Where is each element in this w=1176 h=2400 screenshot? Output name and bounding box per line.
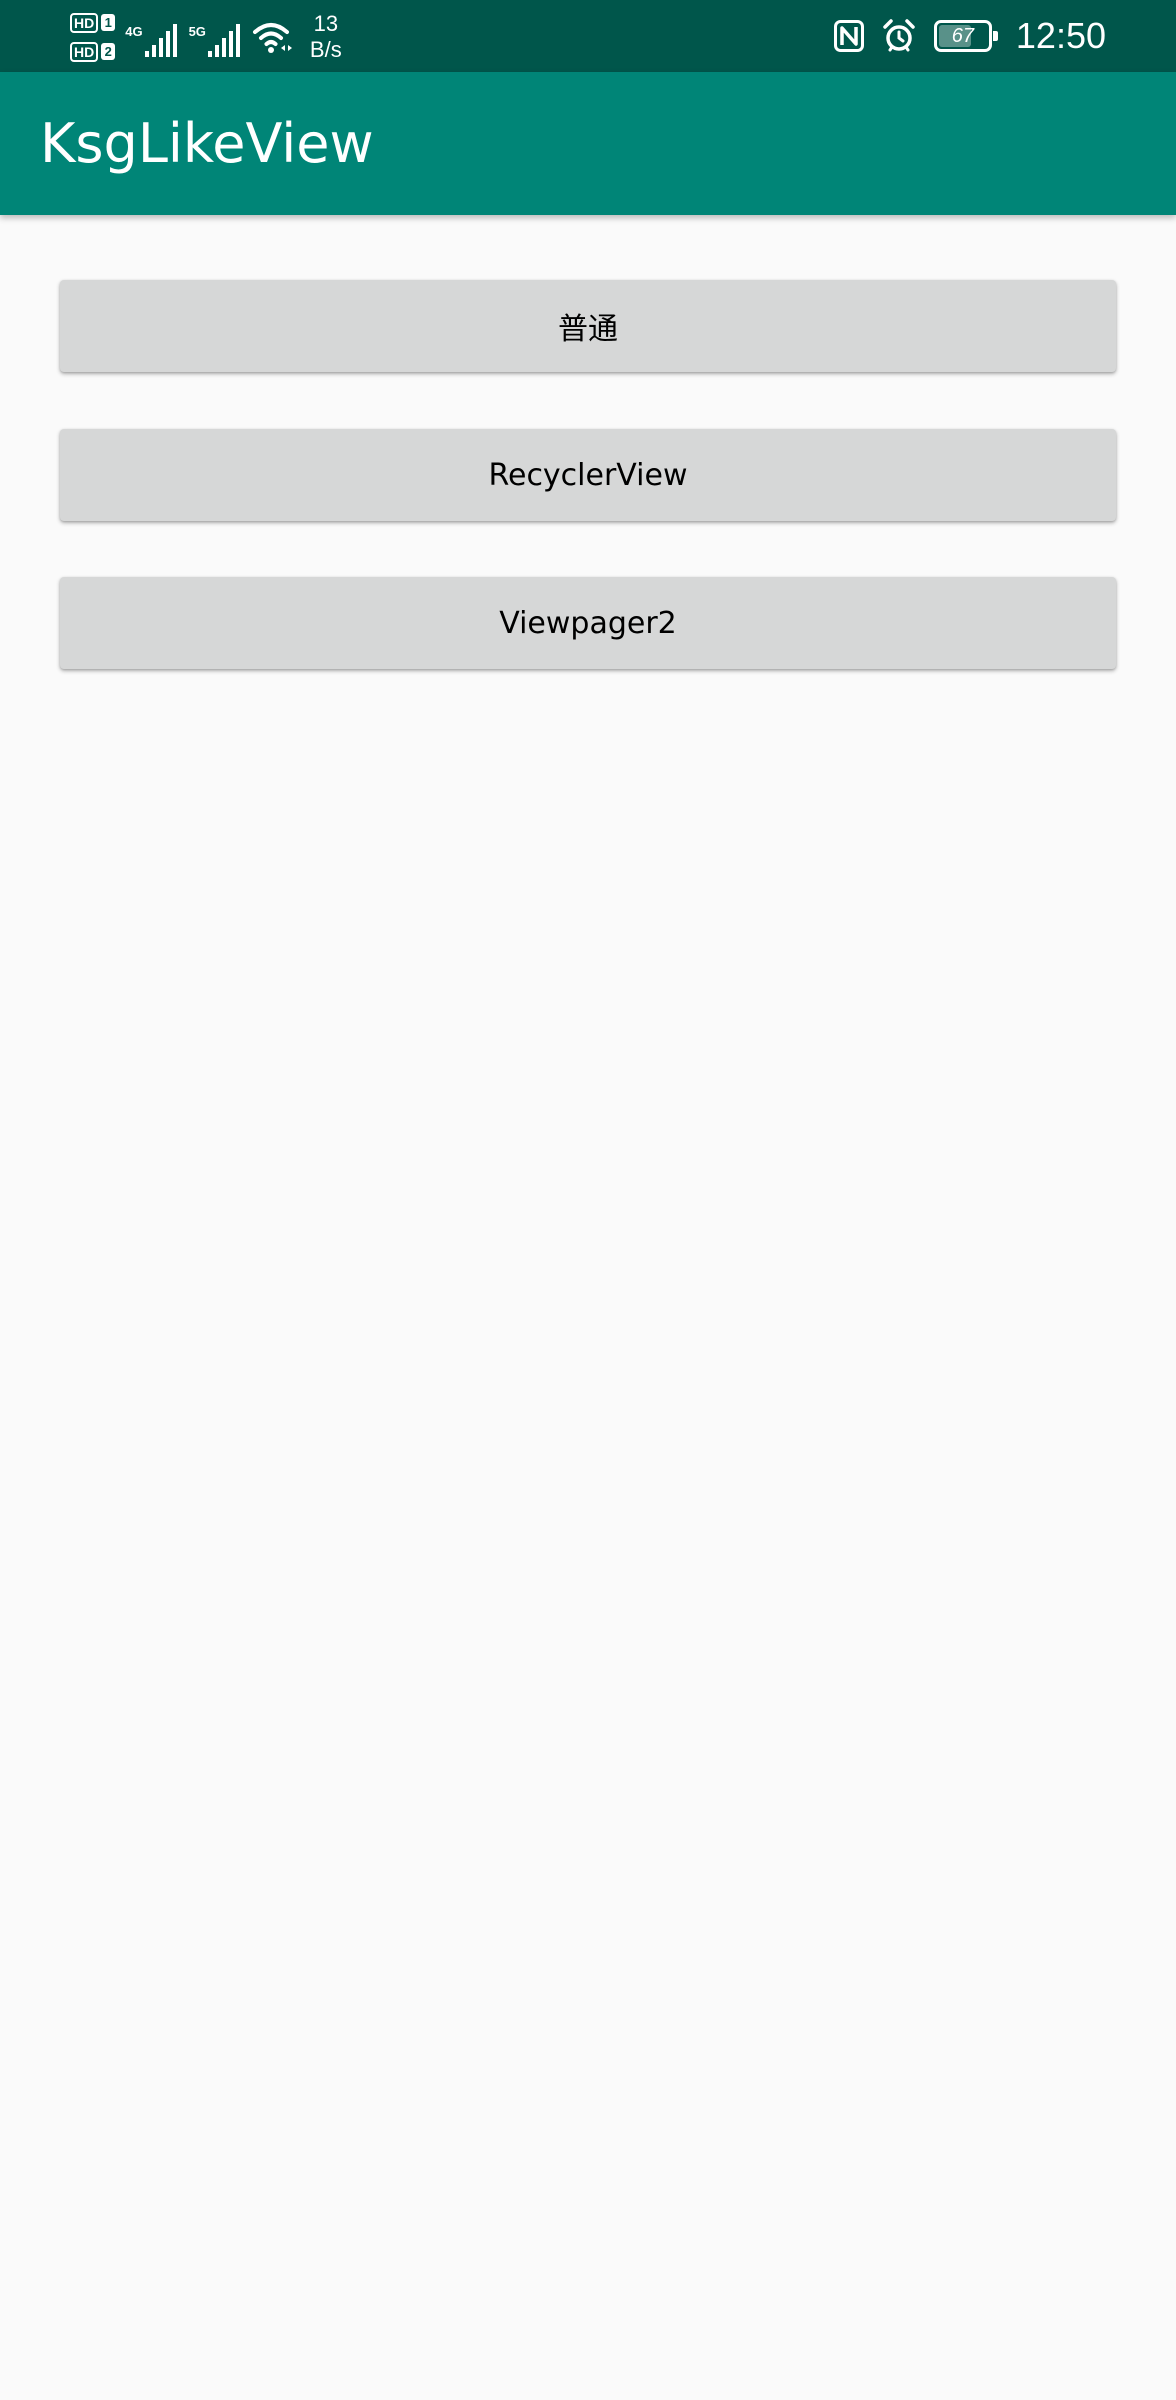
- status-bar: HD 1 HD 2 4G 5G 13 B/s 67 12:50: [0, 0, 1176, 72]
- wifi-icon: [252, 23, 292, 53]
- status-left: HD 1 HD 2 4G 5G 13 B/s: [70, 8, 342, 66]
- sim-indicators: HD 1 HD 2: [70, 12, 116, 62]
- viewpager2-button[interactable]: Viewpager2: [60, 577, 1116, 669]
- network-speed-value: 13: [313, 11, 339, 36]
- network-2: 5G: [189, 17, 240, 57]
- hd-badge: HD: [70, 41, 99, 62]
- signal-icon: [144, 24, 177, 57]
- network-speed: 13 B/s: [310, 11, 342, 63]
- clock: 12:50: [1015, 15, 1106, 56]
- recyclerview-button[interactable]: RecyclerView: [60, 429, 1116, 521]
- app-bar: KsgLikeView: [0, 72, 1176, 215]
- battery-tip: [992, 31, 998, 41]
- sim-number: 1: [101, 14, 116, 31]
- app-title: KsgLikeView: [40, 112, 374, 175]
- nfc-icon: [833, 20, 864, 52]
- sim2-indicator: HD 2: [70, 41, 116, 62]
- hd-badge: HD: [70, 12, 99, 33]
- signal-icon: [207, 24, 240, 57]
- normal-button[interactable]: 普通: [60, 280, 1116, 372]
- network-type-label: 5G: [188, 24, 206, 39]
- battery-level: 67: [951, 24, 975, 47]
- network-type-label: 4G: [125, 24, 143, 39]
- sim1-indicator: HD 1: [70, 12, 116, 33]
- battery-icon: 67: [933, 20, 998, 52]
- network-speed-unit: B/s: [309, 37, 342, 62]
- status-right: 67 12:50: [833, 0, 1106, 72]
- sim-number: 2: [101, 43, 116, 60]
- alarm-icon: [883, 19, 915, 52]
- network-1: 4G: [125, 17, 177, 57]
